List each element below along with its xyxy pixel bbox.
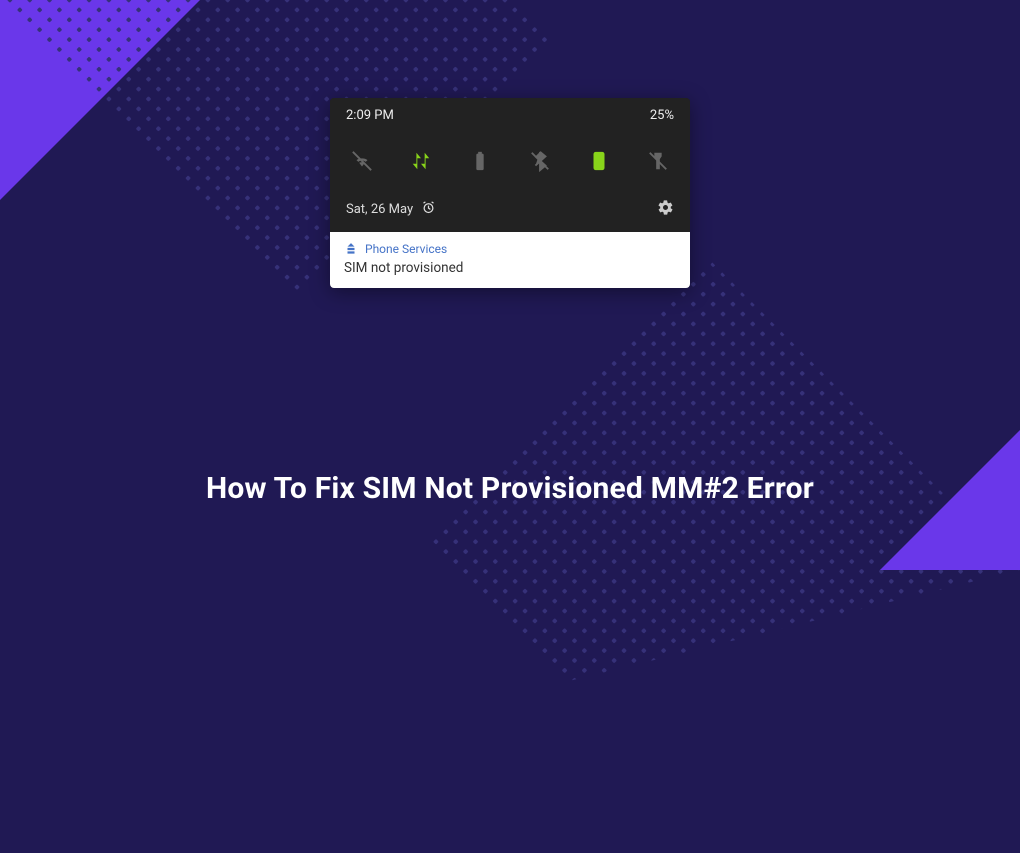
- notification-card[interactable]: Phone Services SIM not provisioned: [330, 232, 690, 288]
- date-row: Sat, 26 May: [330, 193, 690, 232]
- article-headline: How To Fix SIM Not Provisioned MM#2 Erro…: [0, 471, 1020, 506]
- settings-gear-icon[interactable]: [657, 199, 674, 220]
- phone-notification-panel: 2:09 PM 25% Sat, 26 May: [330, 98, 690, 288]
- status-bar: 2:09 PM 25%: [330, 98, 690, 131]
- quick-settings-row: [330, 131, 690, 193]
- date-label: Sat, 26 May: [346, 202, 413, 217]
- notification-message: SIM not provisioned: [344, 260, 676, 276]
- wifi-off-icon[interactable]: [350, 149, 374, 173]
- flashlight-off-icon[interactable]: [646, 149, 670, 173]
- notification-header: Phone Services: [344, 242, 676, 256]
- bluetooth-off-icon[interactable]: [528, 149, 552, 173]
- portrait-icon[interactable]: [587, 149, 611, 173]
- status-time: 2:09 PM: [346, 108, 394, 123]
- status-battery-percent: 25%: [650, 108, 674, 123]
- phone-services-app-icon: [344, 242, 358, 256]
- notification-app-name: Phone Services: [365, 242, 447, 256]
- mobile-data-icon[interactable]: [409, 149, 433, 173]
- battery-saver-icon[interactable]: [468, 149, 492, 173]
- alarm-icon: [421, 200, 436, 219]
